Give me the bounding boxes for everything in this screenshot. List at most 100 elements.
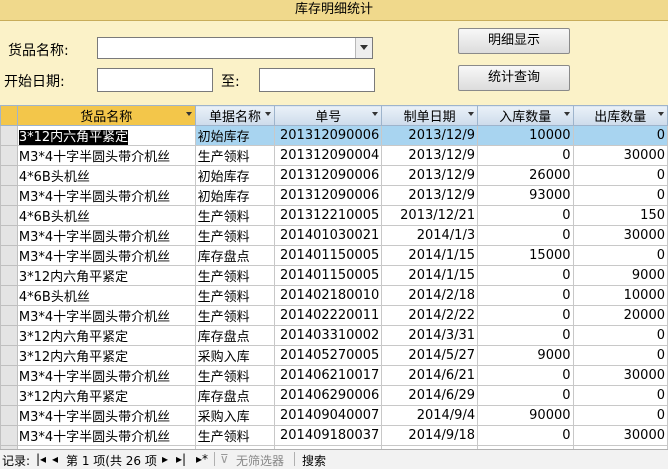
- table-cell[interactable]: 3*12内六角平紧定: [16, 325, 196, 346]
- table-cell[interactable]: 生产领料: [194, 365, 276, 386]
- row-selector[interactable]: [0, 285, 18, 306]
- sort-arrow-icon[interactable]: [265, 112, 272, 116]
- first-record-button[interactable]: |◂: [36, 452, 46, 466]
- table-cell[interactable]: 生产领料: [194, 305, 276, 326]
- table-cell[interactable]: 3*12内六角平紧定: [16, 385, 196, 406]
- table-cell[interactable]: M3*4十字半圆头带介机丝: [16, 425, 196, 446]
- table-row[interactable]: M3*4十字半圆头带介机丝 库存盘点 201401150005 2014/1/15 15…: [0, 245, 668, 266]
- table-cell[interactable]: 2014/6/21: [381, 365, 479, 386]
- table-row[interactable]: M3*4十字半圆头带介机丝 初始库存 201312090006 2013/12/9 93…: [0, 185, 668, 206]
- table-cell[interactable]: 3*12内六角平紧定: [16, 125, 196, 146]
- table-cell[interactable]: 0: [477, 145, 574, 166]
- table-row[interactable]: 3*12内六角平紧定 库存盘点 201403310002 2014/3/31 0 0: [0, 325, 668, 346]
- table-row[interactable]: 3*12内六角平紧定 采购入库 201405270005 2014/5/27 9000 0: [0, 345, 668, 366]
- sort-arrow-icon[interactable]: [563, 112, 570, 116]
- row-selector[interactable]: [0, 145, 18, 166]
- table-cell[interactable]: 93000: [477, 185, 574, 206]
- table-cell[interactable]: 201409040007: [274, 405, 383, 426]
- table-cell[interactable]: M3*4十字半圆头带介机丝: [16, 245, 196, 266]
- table-cell[interactable]: 0: [477, 385, 574, 406]
- table-cell[interactable]: 生产领料: [194, 225, 276, 246]
- table-cell[interactable]: 30000: [572, 225, 668, 246]
- new-record-button[interactable]: ▸*: [196, 452, 208, 466]
- table-row[interactable]: M3*4十字半圆头带介机丝 生产领料 201402220011 2014/2/22 0 2…: [0, 305, 668, 326]
- table-cell[interactable]: 0: [572, 125, 668, 146]
- table-cell[interactable]: 0: [572, 185, 668, 206]
- table-cell[interactable]: 生产领料: [194, 205, 276, 226]
- table-cell[interactable]: 初始库存: [194, 185, 276, 206]
- table-cell[interactable]: 10000: [477, 125, 574, 146]
- table-cell[interactable]: 9000: [477, 345, 574, 366]
- table-cell[interactable]: 201406210017: [274, 365, 383, 386]
- table-cell[interactable]: 10000: [572, 285, 668, 306]
- table-cell[interactable]: 201409180037: [274, 425, 383, 446]
- sort-arrow-icon[interactable]: [185, 112, 192, 116]
- table-cell[interactable]: 9000: [572, 265, 668, 286]
- table-cell[interactable]: 150: [572, 205, 668, 226]
- table-row[interactable]: M3*4十字半圆头带介机丝 生产领料 201401030021 2014/1/3 0 30…: [0, 225, 668, 246]
- table-cell[interactable]: 0: [477, 285, 574, 306]
- row-selector[interactable]: [0, 365, 18, 386]
- table-cell[interactable]: 0: [572, 345, 668, 366]
- previous-record-button[interactable]: ◂: [52, 452, 58, 466]
- table-cell[interactable]: 30000: [572, 365, 668, 386]
- table-cell[interactable]: 201312090006: [274, 125, 383, 146]
- table-cell[interactable]: M3*4十字半圆头带介机丝: [16, 185, 196, 206]
- row-selector[interactable]: [0, 165, 18, 186]
- table-cell[interactable]: M3*4十字半圆头带介机丝: [16, 145, 196, 166]
- table-cell[interactable]: 90000: [477, 405, 574, 426]
- search-box[interactable]: 搜索: [302, 452, 326, 469]
- table-cell[interactable]: 2014/6/29: [381, 385, 479, 406]
- table-cell[interactable]: 201312090006: [274, 165, 383, 186]
- table-cell[interactable]: 0: [572, 245, 668, 266]
- table-cell[interactable]: 4*6B头机丝: [16, 165, 196, 186]
- table-cell[interactable]: 库存盘点: [194, 385, 276, 406]
- table-cell[interactable]: 2014/3/31: [381, 325, 479, 346]
- detail-display-button[interactable]: 明细显示: [458, 28, 570, 54]
- table-cell[interactable]: 201401030021: [274, 225, 383, 246]
- table-row[interactable]: 4*6B头机丝 生产领料 201402180010 2014/2/18 0 10000: [0, 285, 668, 306]
- table-cell[interactable]: 201406290006: [274, 385, 383, 406]
- table-cell[interactable]: 0: [572, 325, 668, 346]
- table-cell[interactable]: 0: [477, 365, 574, 386]
- row-selector[interactable]: [0, 245, 18, 266]
- table-cell[interactable]: 2014/1/15: [381, 265, 479, 286]
- table-cell[interactable]: 生产领料: [194, 145, 276, 166]
- row-selector[interactable]: [0, 125, 18, 146]
- table-cell[interactable]: 库存盘点: [194, 245, 276, 266]
- table-row[interactable]: 4*6B头机丝 生产领料 201312210005 2013/12/21 0 150: [0, 205, 668, 226]
- table-cell[interactable]: 201402180010: [274, 285, 383, 306]
- table-cell[interactable]: 3*12内六角平紧定: [16, 345, 196, 366]
- table-cell[interactable]: 生产领料: [194, 425, 276, 446]
- table-cell[interactable]: 2014/2/22: [381, 305, 479, 326]
- row-selector[interactable]: [0, 265, 18, 286]
- table-cell[interactable]: 201401150005: [274, 245, 383, 266]
- table-cell[interactable]: 4*6B头机丝: [16, 205, 196, 226]
- sort-arrow-icon[interactable]: [468, 112, 475, 116]
- table-cell[interactable]: 0: [477, 325, 574, 346]
- table-cell[interactable]: 201405270005: [274, 345, 383, 366]
- row-selector[interactable]: [0, 205, 18, 226]
- table-cell[interactable]: 2014/1/3: [381, 225, 479, 246]
- table-cell[interactable]: 20000: [572, 305, 668, 326]
- table-row[interactable]: 3*12内六角平紧定 生产领料 201401150005 2014/1/15 0 9000: [0, 265, 668, 286]
- row-selector[interactable]: [0, 225, 18, 246]
- row-selector[interactable]: [0, 425, 18, 446]
- row-selector[interactable]: [0, 185, 18, 206]
- table-row[interactable]: M3*4十字半圆头带介机丝 生产领料 201406210017 2014/6/21 0 3…: [0, 365, 668, 386]
- table-cell[interactable]: M3*4十字半圆头带介机丝: [16, 405, 196, 426]
- table-cell[interactable]: 0: [572, 385, 668, 406]
- table-cell[interactable]: 201401150005: [274, 265, 383, 286]
- column-header-goods-name[interactable]: 货品名称: [16, 105, 196, 126]
- table-cell[interactable]: 0: [477, 265, 574, 286]
- table-row[interactable]: M3*4十字半圆头带介机丝 生产领料 201312090004 2013/12/9 0 3…: [0, 145, 668, 166]
- table-cell[interactable]: 2013/12/9: [381, 145, 479, 166]
- table-cell[interactable]: 2013/12/21: [381, 205, 479, 226]
- table-cell[interactable]: 0: [477, 205, 574, 226]
- table-cell[interactable]: 0: [572, 165, 668, 186]
- table-cell[interactable]: 2014/1/15: [381, 245, 479, 266]
- table-cell[interactable]: 2014/5/27: [381, 345, 479, 366]
- column-header-outbound-qty[interactable]: 出库数量: [572, 105, 668, 126]
- row-selector[interactable]: [0, 345, 18, 366]
- sort-arrow-icon[interactable]: [372, 112, 379, 116]
